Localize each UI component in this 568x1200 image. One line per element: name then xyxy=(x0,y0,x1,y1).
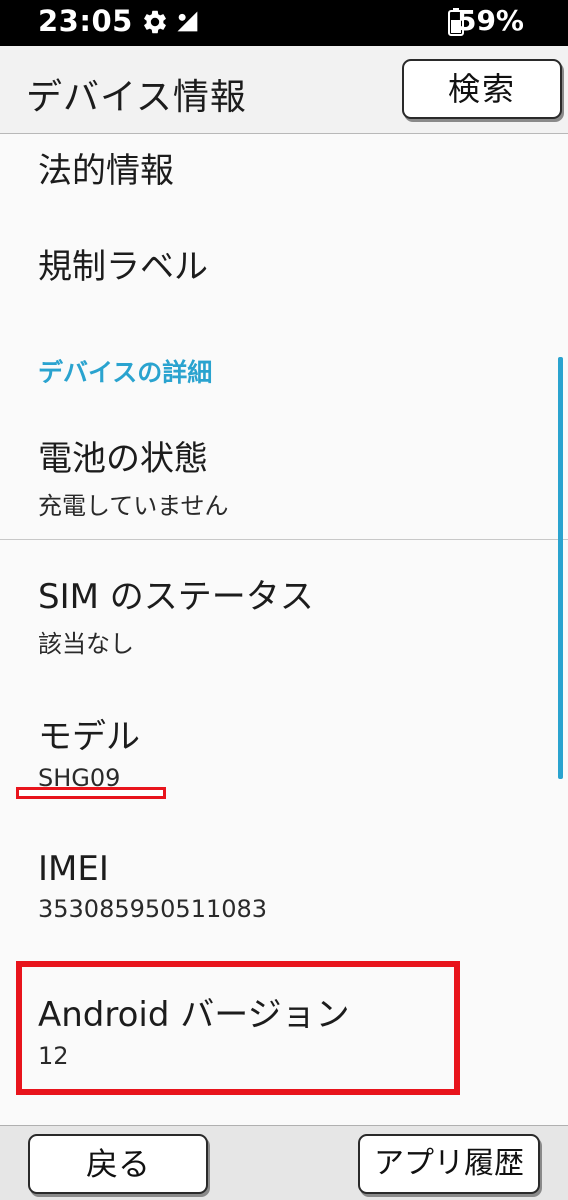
settings-list[interactable]: 法的情報 規制ラベル デバイスの詳細 電池の状態 充電していません SIM のス… xyxy=(0,135,568,1125)
bottom-nav-bar: 戻る アプリ履歴 xyxy=(0,1125,568,1200)
annotation-highlight-box xyxy=(16,961,460,1095)
scrollbar[interactable] xyxy=(558,357,563,779)
app-history-button[interactable]: アプリ履歴 xyxy=(358,1134,540,1194)
list-item-legal-info[interactable]: 法的情報 xyxy=(38,143,174,192)
list-item-value: 該当なし xyxy=(38,630,134,658)
list-item-title: 規制ラベル xyxy=(38,247,208,287)
list-item-value: SHG09 xyxy=(38,764,121,792)
app-bar: デバイス情報 検索 xyxy=(0,46,568,134)
list-item-imei[interactable]: IMEI 353085950511083 xyxy=(38,849,267,923)
search-button[interactable]: 検索 xyxy=(402,59,562,119)
list-item-title: 法的情報 xyxy=(38,151,174,191)
list-item-title: SIM のステータス xyxy=(38,577,314,617)
list-item-model[interactable]: モデル SHG09 xyxy=(38,709,140,792)
back-button[interactable]: 戻る xyxy=(28,1134,208,1194)
list-item-title: 電池の状態 xyxy=(38,439,208,479)
page-title: デバイス情報 xyxy=(26,77,247,118)
list-item-title: モデル xyxy=(38,717,140,757)
list-item-value: 353085950511083 xyxy=(38,895,268,923)
gear-icon xyxy=(144,10,166,34)
wifi-icon xyxy=(177,11,198,32)
battery-percentage: 59% xyxy=(456,4,524,37)
list-item-title: IMEI xyxy=(38,849,109,889)
divider xyxy=(0,539,568,540)
list-item-regulatory-labels[interactable]: 規制ラベル xyxy=(38,239,208,288)
list-item-value: 充電していません xyxy=(38,492,229,520)
status-bar: 23:05 59% xyxy=(0,0,568,46)
list-item-sim-status[interactable]: SIM のステータス 該当なし xyxy=(38,569,314,659)
list-item-battery-status[interactable]: 電池の状態 充電していません xyxy=(38,431,229,521)
status-time: 23:05 xyxy=(38,4,133,38)
section-header-device-details: デバイスの詳細 xyxy=(38,358,213,387)
